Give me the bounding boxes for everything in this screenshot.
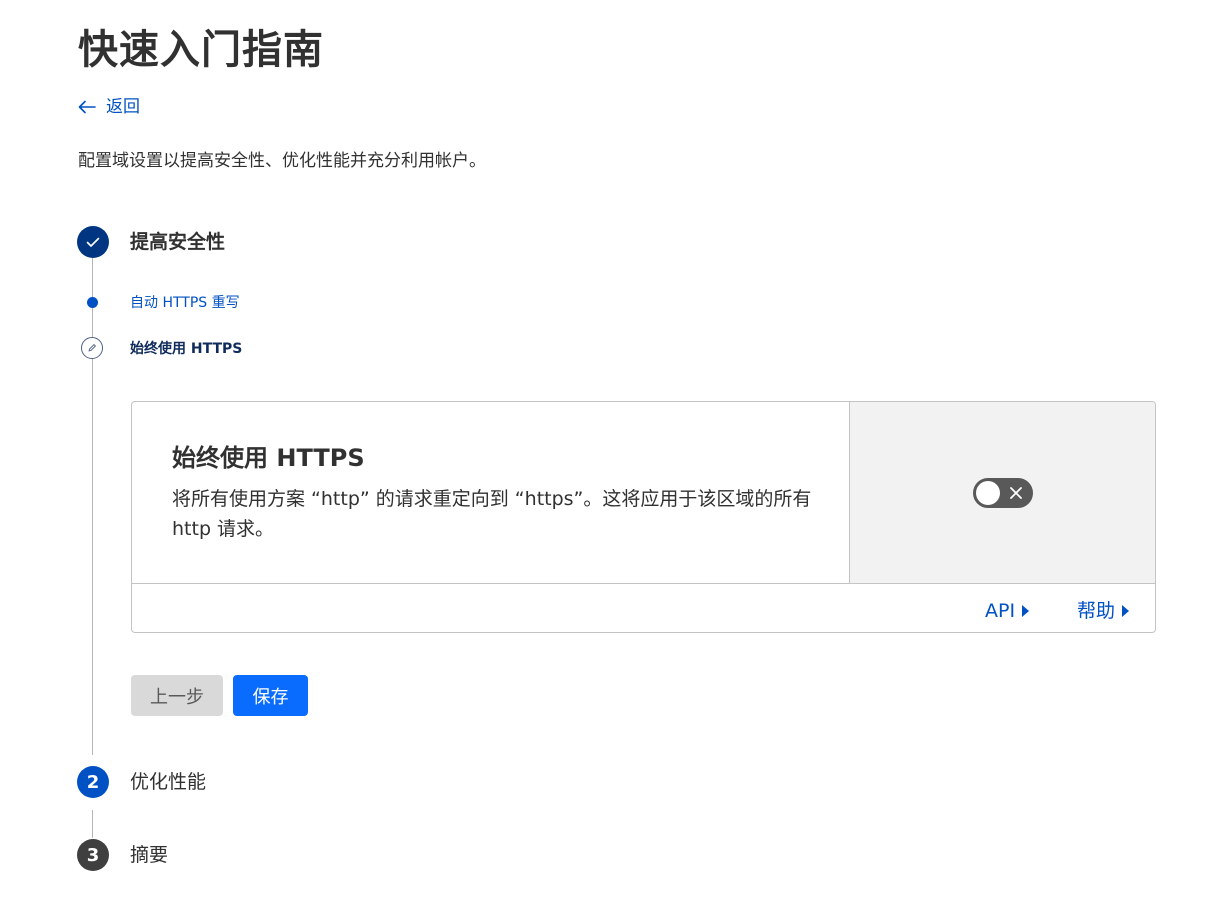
back-link[interactable]: 返回 xyxy=(78,95,140,119)
check-icon xyxy=(86,237,100,247)
step-1-label[interactable]: 提高安全性 xyxy=(130,228,225,256)
substep-always-use-https: 始终使用 HTTPS xyxy=(130,341,243,357)
pencil-icon xyxy=(88,344,96,352)
substep-auto-https-rewrites[interactable]: 自动 HTTPS 重写 xyxy=(130,293,240,313)
toggle-knob xyxy=(976,481,1000,505)
step-2-label: 优化性能 xyxy=(130,771,207,793)
help-link-label: 帮助 xyxy=(1077,600,1116,622)
step-3-indicator: 3 xyxy=(77,839,109,871)
step-3-label: 摘要 xyxy=(130,844,169,866)
back-link-label: 返回 xyxy=(106,97,140,117)
setting-title: 始终使用 HTTPS xyxy=(172,444,365,472)
setting-description: 将所有使用方案 “http” 的请求重定向到 “https”。这将应用于该区域的… xyxy=(172,488,812,540)
arrow-left-icon xyxy=(78,100,96,114)
caret-right-icon xyxy=(1122,605,1130,617)
page-title: 快速入门指南 xyxy=(78,27,324,73)
substep-current-indicator xyxy=(81,337,103,359)
close-icon xyxy=(1010,487,1022,499)
previous-button[interactable]: 上一步 xyxy=(131,675,223,716)
quick-start-page: 快速入门指南 返回 配置域设置以提高安全性、优化性能并充分利用帐户。 提高安全性… xyxy=(0,0,1207,906)
api-link[interactable]: API xyxy=(985,598,1030,624)
caret-right-icon xyxy=(1022,605,1030,617)
timeline-connector xyxy=(92,258,93,755)
always-use-https-toggle[interactable] xyxy=(973,478,1033,508)
setting-card-content: 始终使用 HTTPS 将所有使用方案 “http” 的请求重定向到 “https… xyxy=(132,402,850,584)
timeline-connector xyxy=(92,810,93,838)
help-link[interactable]: 帮助 xyxy=(1077,598,1130,624)
step-1-indicator xyxy=(77,226,109,258)
substep-done-dot xyxy=(87,297,98,308)
intro-text: 配置域设置以提高安全性、优化性能并充分利用帐户。 xyxy=(78,151,486,171)
step-3-number: 3 xyxy=(86,844,100,866)
setting-control-panel xyxy=(850,402,1155,584)
setting-card: 始终使用 HTTPS 将所有使用方案 “http” 的请求重定向到 “https… xyxy=(131,401,1156,633)
api-link-label: API xyxy=(985,600,1016,622)
step-2-number: 2 xyxy=(86,771,100,793)
step-2-indicator: 2 xyxy=(77,766,109,798)
save-button[interactable]: 保存 xyxy=(233,675,308,716)
